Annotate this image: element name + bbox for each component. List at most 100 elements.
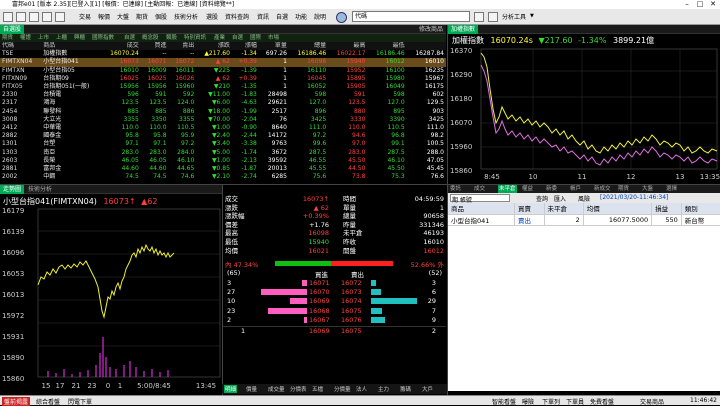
col-name[interactable]: 商品 [41,42,102,51]
tab-technical[interactable]: 技術分析 [26,185,54,194]
menu-trade[interactable]: 交易 [79,12,91,21]
tab-custom-2[interactable]: 自選 [232,34,243,42]
quote-tab[interactable]: 大戶 [422,385,433,393]
quote-tab[interactable]: 主力 [378,385,389,393]
orders-tab[interactable]: 期貨 [618,185,629,193]
orders-tab[interactable]: 委託 [450,185,461,193]
col-last[interactable]: 成交 [101,42,141,51]
tab-intl-index[interactable]: 國際指數 [92,34,114,42]
menu-function[interactable]: 功能 [295,12,307,21]
col-pct[interactable]: 漲幅 [231,42,259,51]
tab-custom[interactable]: 自選 [124,34,135,42]
chevron-down-icon[interactable]: ▼ [530,13,534,19]
bid-price[interactable]: 16068 [309,307,330,315]
import-button[interactable]: 匯入 [554,194,566,203]
col-code[interactable]: 代碼 [0,42,42,51]
tab-intl[interactable]: 國際 [250,34,261,42]
maximize-button[interactable]: □ [693,0,707,9]
quote-tab[interactable]: 明細 [224,385,238,393]
orders-tab[interactable]: 權益 [522,185,533,193]
menu-market[interactable]: 大盤 [117,12,129,21]
menu-stock[interactable]: 個股 [155,12,167,21]
search-input[interactable]: 代碼 [352,11,470,22]
minimize-button[interactable]: – [680,0,694,9]
watchlist-row[interactable]: FITX05 台指期051(一般) 15956 15956 15960 ▼210 -1.35… [0,83,446,91]
ask-price[interactable]: 16072 [341,279,362,287]
menu-custom[interactable]: 自選 [276,12,288,21]
ask-price[interactable]: 16076 [341,316,362,324]
positions-row[interactable]: 小型台指041 賣出 2 16077.5000 550 新台幣 [448,214,720,226]
chart-icon[interactable] [488,12,498,22]
orders-tab[interactable]: 新委 [546,185,557,193]
toolbar-icon-3[interactable] [29,12,39,22]
orders-tab[interactable]: 未平倉 [498,185,517,193]
positions-col[interactable]: 均價 [583,203,653,215]
bid-price[interactable]: 16070 [309,288,330,296]
quote-tab[interactable]: 分價表 [290,385,307,393]
analysis-tools[interactable]: 分析工具 [502,12,526,21]
col-change[interactable]: 漲跌 [196,42,232,51]
toolbar-icon-5[interactable] [55,12,65,22]
positions-col[interactable]: 未平倉 [544,203,584,215]
menu-help[interactable]: 說明 [314,12,326,21]
watchlist-row[interactable]: 1301 台塑 97.1 97.1 97.2 ▼3.40 -3.38 9763 99.6 97.0… [0,140,446,148]
toolbar-icon-1[interactable] [3,12,13,22]
tab-trend[interactable]: 走勢圖 [0,185,25,194]
tab-futures[interactable]: 期貨 [2,34,13,42]
quote-tab[interactable]: 五檔 [312,385,323,393]
toolbar-icon-4[interactable] [42,12,52,22]
positions-col[interactable]: 商品 [448,203,515,215]
orders-tab[interactable]: 選擇 [666,185,677,193]
tab-listed[interactable]: 上市 [38,34,49,42]
ask-price[interactable]: 16073 [341,288,362,296]
watchlist-row[interactable]: 2330 台積電 596 591 592 ▼11.00 -1.83 28498 598 591 59… [0,91,446,99]
bid-price[interactable]: 16071 [309,279,330,287]
col-bid[interactable]: 買進 [140,42,169,51]
edit-products-button[interactable]: 修改商品 [419,25,443,34]
watchlist-row[interactable]: FITXN09 台指期09 16025 16025 16026 ▲ 62 +0.39 1 160… [0,75,446,83]
menu-query[interactable]: 資料查詢 [225,12,249,21]
menu-futures[interactable]: 期貨 [136,12,148,21]
tab-market[interactable]: 市場 [268,34,279,42]
menu-quote[interactable]: 報價 [98,12,110,21]
quote-tab[interactable]: 成交量 [268,385,285,393]
positions-col[interactable]: 損益 [651,203,682,215]
watchlist-row[interactable]: 2603 長榮 46.05 46.05 46.10 ▼1.00 -2.13 39592 46.5… [0,157,446,165]
watchlist-row[interactable]: 3008 大立光 3355 3350 3355 ▼70.00 -2.04 76 3425 3330… [0,116,446,124]
col-ask[interactable]: 賣出 [168,42,197,51]
orders-tab[interactable]: 新成交 [594,185,611,193]
globe-icon[interactable] [336,12,347,23]
bid-price[interactable]: 16067 [309,316,330,324]
watchlist-row[interactable]: 2412 中華電 110.0 110.0 110.5 ▼1.00 -0.90 8640 111.… [0,124,446,132]
orders-tab[interactable]: 成交 [474,185,485,193]
risk-button[interactable]: 風險 [578,194,590,203]
col-low[interactable]: 最低 [367,42,407,51]
watchlist-row[interactable]: 1303 南亞 283.0 283.0 284.0 ▼5.00 -1.74 3672 287.5… [0,148,446,156]
watchlist-row[interactable]: FIMTXN 小型台指05 16010 16009 16011 ▼225 -1.39 1 161… [0,67,446,75]
watchlist-row[interactable]: 2317 鴻海 123.5 123.5 124.0 ▼6.00 -4.63 29621 127.… [0,99,446,107]
tab-industry[interactable]: 產業 [214,34,225,42]
account-select[interactable]: 期 帳號 [450,194,510,204]
positions-col[interactable]: 類別 [681,203,720,215]
quote-tab[interactable]: 法人 [356,385,367,393]
ask-price[interactable]: 16074 [341,297,362,305]
tab-special[interactable]: 特別資訊 [184,34,206,42]
close-button[interactable]: ✕ [706,0,720,9]
tab-sector[interactable]: 類股 [166,34,177,42]
mini-chart[interactable]: 16179 16139 16096 16053 16013 15972 15931 15890… [0,207,222,396]
orders-tab[interactable]: 大盤 [642,185,653,193]
watchlist-row[interactable]: 2002 中鋼 74.5 74.5 74.6 ▼2.10 -2.74 6285 75.6 73.8… [0,173,446,181]
index-chart[interactable]: 16370 16290 16180 16070 15960 15860 8:45 10 11 1… [448,47,720,184]
bid-price[interactable]: 16069 [309,297,330,305]
menu-ta[interactable]: 技術分析 [174,12,198,21]
tab-emerging[interactable]: 興櫃 [74,34,85,42]
orders-tab[interactable]: 帳戶 [570,185,581,193]
ask-price[interactable]: 16075 [341,307,362,315]
toolbar-icon-2[interactable] [16,12,26,22]
positions-col[interactable]: 買賣 [514,203,545,215]
watchlist-row[interactable]: 2881 富邦金 44.60 44.60 44.65 ▼0.85 -1.87 20013 45.… [0,165,446,173]
watchlist-row[interactable]: FIMTXN04 小型台指041 16073 16071 16072 ▲ 62 +0.39 1… [0,58,446,67]
watchlist-row[interactable]: 2882 國泰金 95.8 95.8 95.9 ▼2.40 -2.44 14172 97.2 94… [0,132,446,140]
watchlist-row[interactable]: 2454 聯發科 885 885 886 ▼18.00 -1.99 2517 896 880 895… [0,108,446,116]
menu-info[interactable]: 資訊 [257,12,269,21]
